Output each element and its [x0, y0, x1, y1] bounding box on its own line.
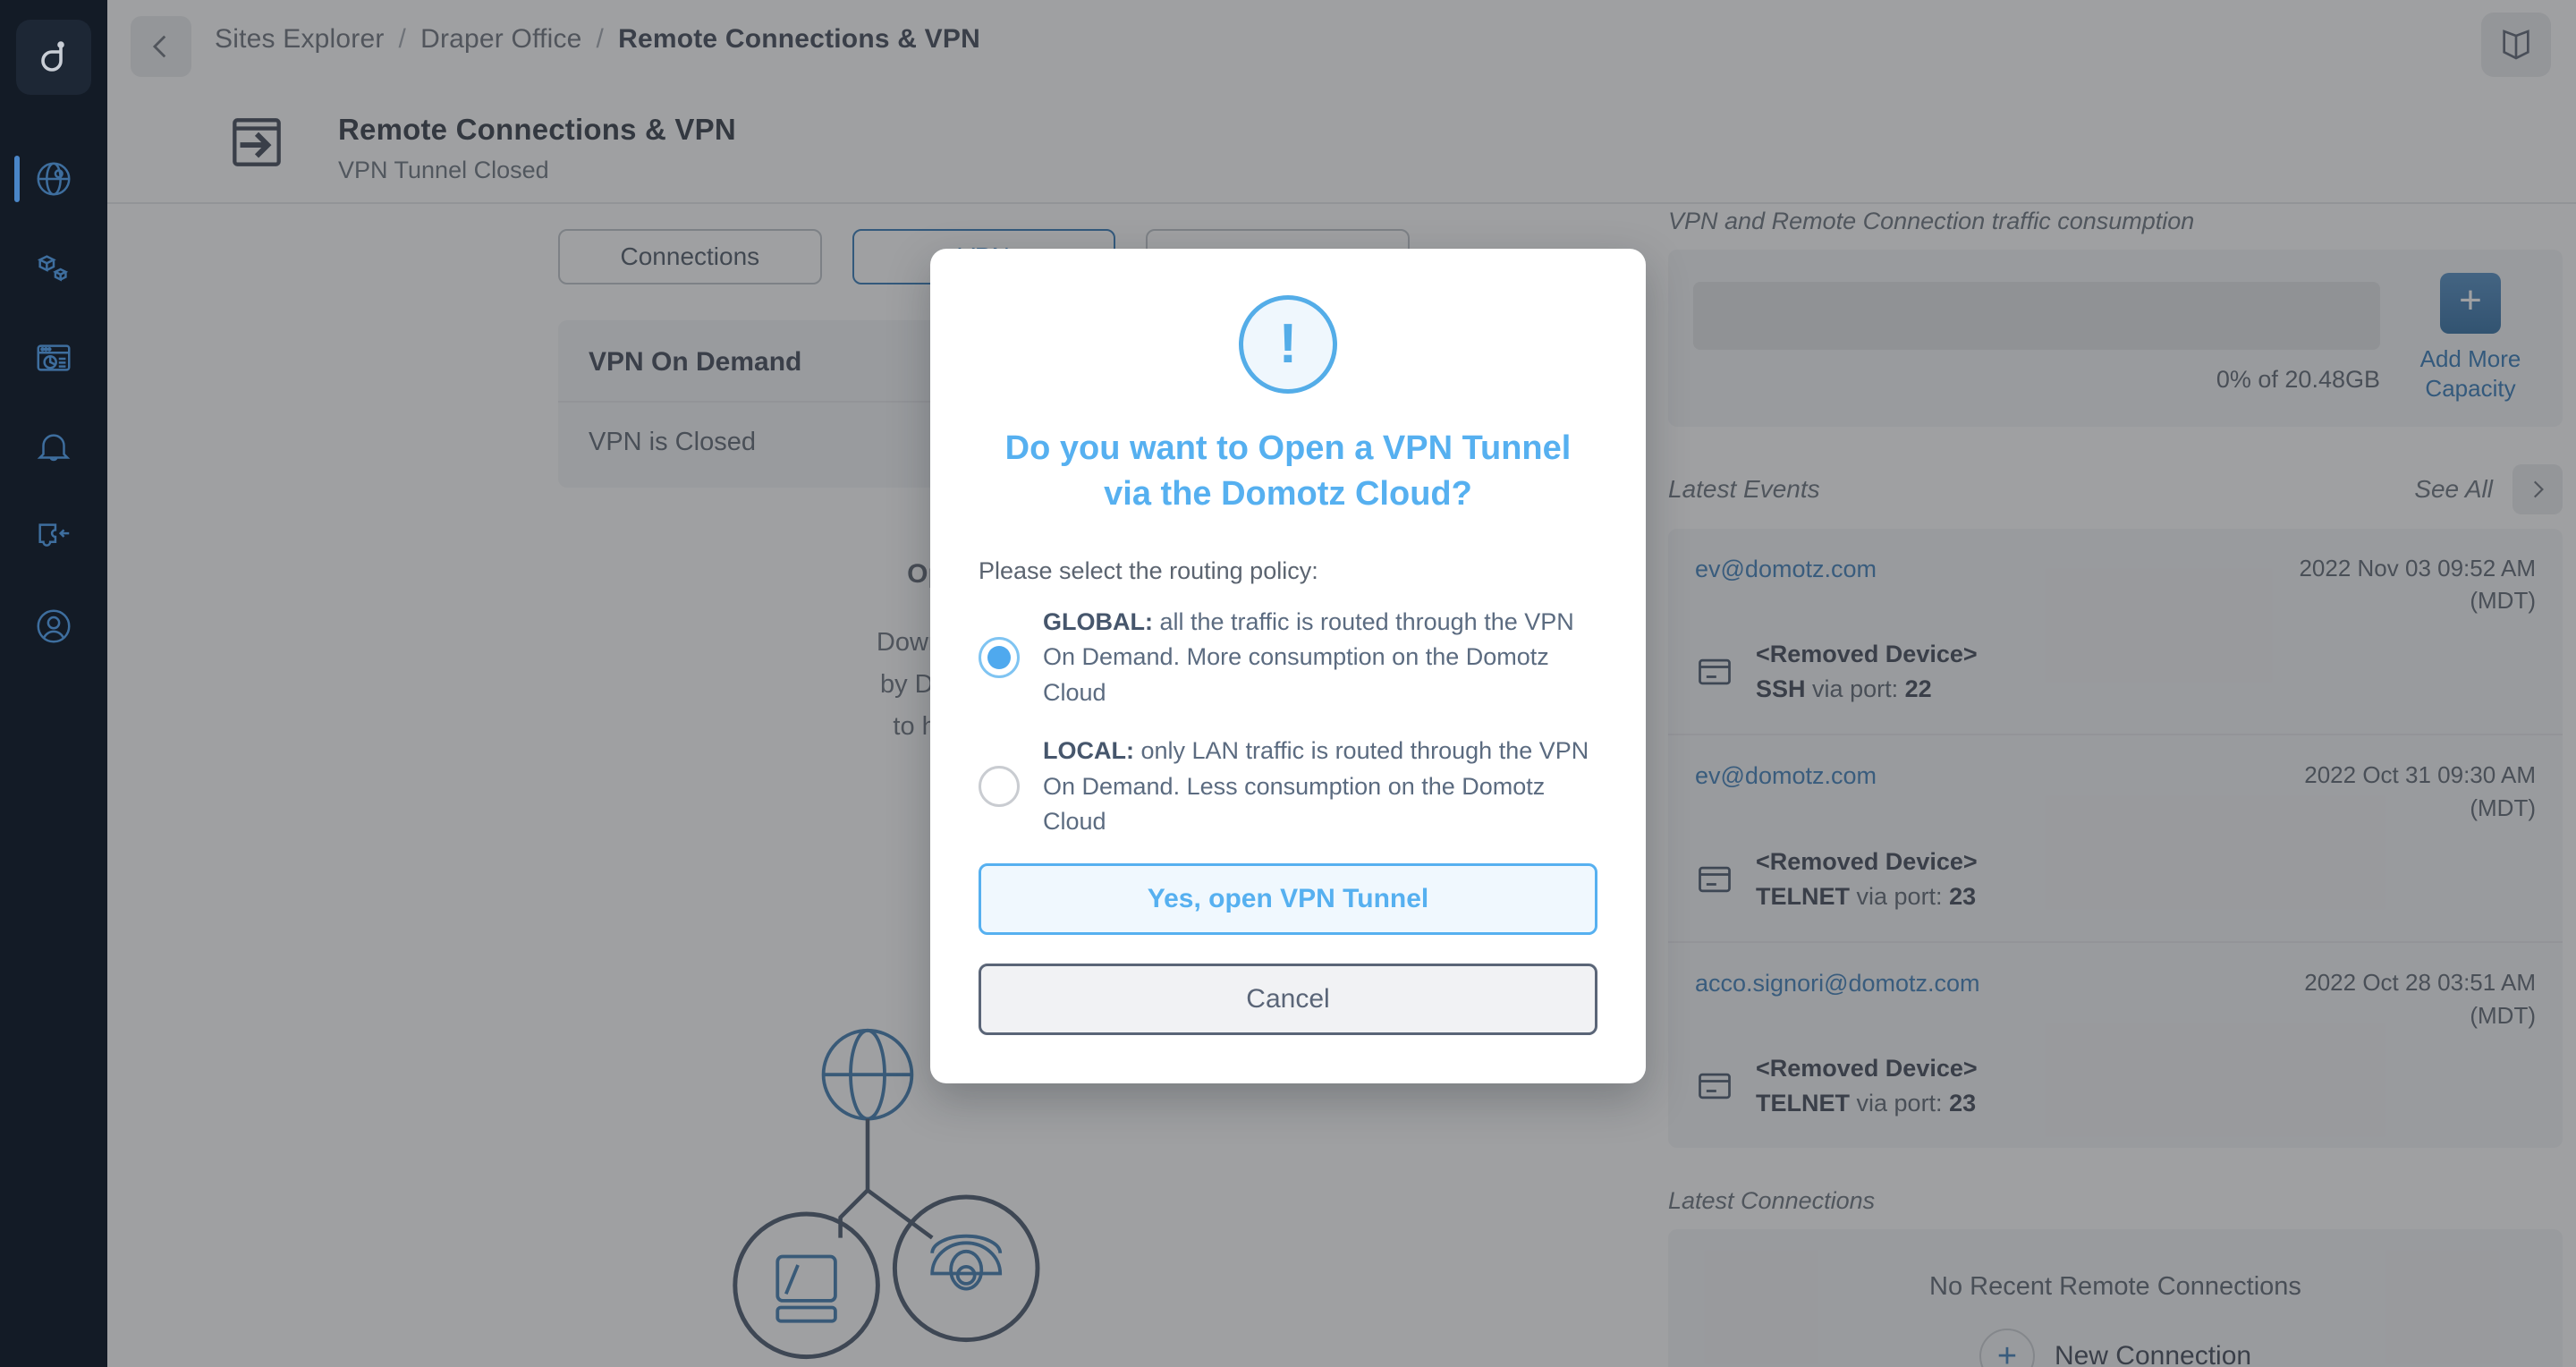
- rail-items: [0, 134, 107, 671]
- dashboard-report-icon: [37, 344, 71, 371]
- left-nav-rail: [0, 0, 107, 1367]
- routing-option-local-key: LOCAL:: [1043, 737, 1134, 765]
- confirm-open-vpn-button[interactable]: Yes, open VPN Tunnel: [979, 862, 1597, 935]
- radio-global[interactable]: [979, 637, 1020, 679]
- sidebar-item-topology[interactable]: [0, 224, 107, 313]
- sidebar-item-reports[interactable]: [0, 313, 107, 403]
- network-topology-icon: [37, 255, 69, 282]
- app-logo[interactable]: [16, 20, 91, 95]
- dialog-hint: Please select the routing policy:: [979, 557, 1318, 585]
- cancel-button[interactable]: Cancel: [979, 963, 1597, 1035]
- routing-option-global-text: GLOBAL: all the traffic is routed throug…: [1043, 605, 1597, 710]
- puzzle-integration-icon: [38, 523, 70, 547]
- radio-local[interactable]: [979, 766, 1020, 808]
- app-root: Sites Explorer / Draper Office / Remote …: [0, 0, 2576, 1367]
- routing-option-local-text: LOCAL: only LAN traffic is routed throug…: [1043, 734, 1597, 839]
- user-profile-icon: [37, 609, 71, 643]
- routing-option-local[interactable]: LOCAL: only LAN traffic is routed throug…: [979, 734, 1597, 839]
- dialog-title: Do you want to Open a VPN Tunnel via the…: [1004, 429, 1572, 513]
- active-marker: [14, 156, 20, 202]
- routing-option-global[interactable]: GLOBAL: all the traffic is routed throug…: [979, 605, 1597, 710]
- vpn-confirm-dialog: ! Do you want to Open a VPN Tunnel via t…: [930, 249, 1646, 1083]
- routing-option-global-key: GLOBAL:: [1043, 608, 1153, 636]
- globe-icon: [37, 162, 71, 196]
- exclamation-glyph: !: [1278, 313, 1298, 375]
- routing-policy-options: GLOBAL: all the traffic is routed throug…: [979, 605, 1597, 839]
- domotz-logo-icon: [41, 41, 64, 72]
- sidebar-item-sites[interactable]: [0, 134, 107, 224]
- sidebar-item-alerts[interactable]: [0, 403, 107, 492]
- exclamation-icon: !: [1239, 295, 1337, 394]
- sidebar-item-profile[interactable]: [0, 582, 107, 671]
- sidebar-item-integrations[interactable]: [0, 492, 107, 582]
- bell-icon: [37, 434, 71, 462]
